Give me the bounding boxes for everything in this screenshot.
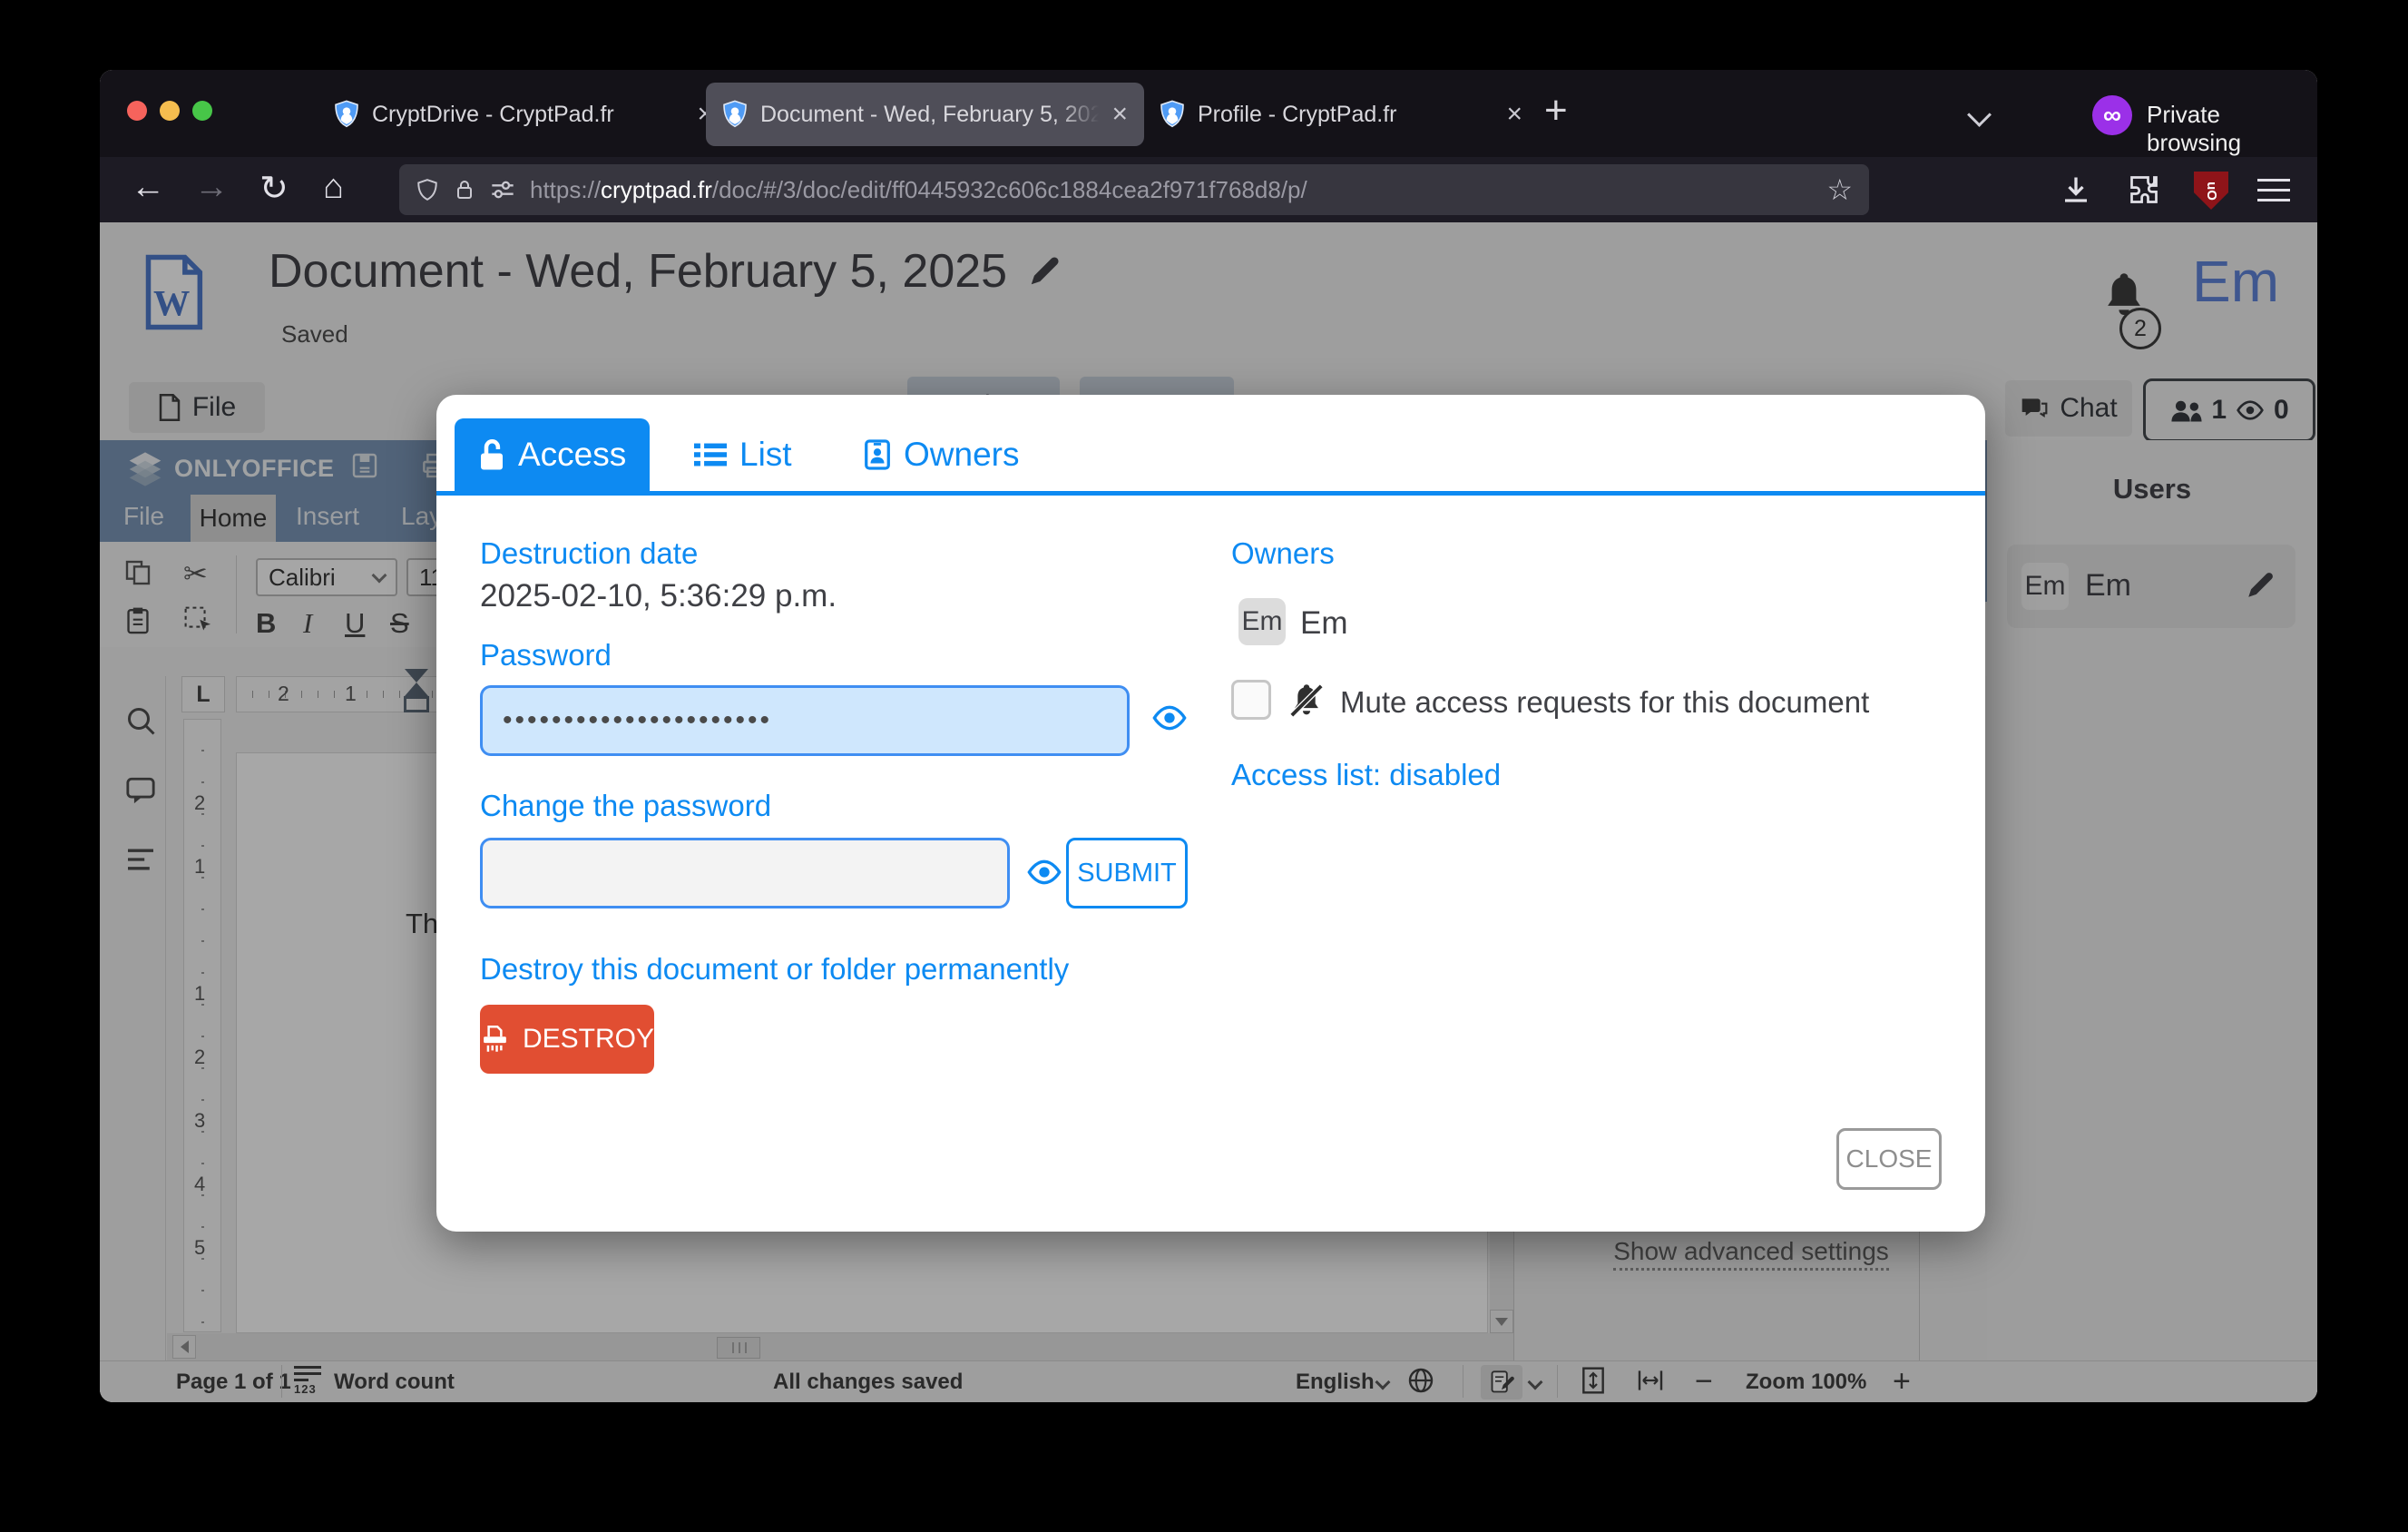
extensions-puzzle-icon[interactable] xyxy=(2128,173,2160,206)
dialog-tab-list[interactable]: List xyxy=(671,418,816,491)
forward-button[interactable]: → xyxy=(194,168,229,207)
show-password-eye-icon[interactable] xyxy=(1151,705,1188,731)
browser-tab-bar: CryptDrive - CryptPad.fr × Document - We… xyxy=(100,70,2317,157)
back-button[interactable]: ← xyxy=(131,168,165,207)
show-new-password-eye-icon[interactable] xyxy=(1026,859,1062,885)
destroy-heading: Destroy this document or folder permanen… xyxy=(480,952,1069,987)
bell-slash-icon xyxy=(1287,682,1326,720)
list-icon xyxy=(694,440,727,469)
browser-nav-bar: ← → ↻ ⌂ https://cryptpad.fr/doc/#/3/doc/… xyxy=(100,157,2317,223)
password-label: Password xyxy=(480,638,612,673)
close-button[interactable]: CLOSE xyxy=(1836,1128,1942,1190)
access-list-link[interactable]: Access list: disabled xyxy=(1231,758,1501,792)
permissions-icon[interactable] xyxy=(490,179,515,201)
tab-title: CryptDrive - CryptPad.fr xyxy=(372,102,684,128)
mute-requests-label: Mute access requests for this document xyxy=(1340,685,1869,720)
tab-close-icon[interactable]: × xyxy=(1111,101,1128,128)
downloads-icon[interactable] xyxy=(2060,173,2092,206)
tab-cryptdrive[interactable]: CryptDrive - CryptPad.fr × xyxy=(318,83,729,146)
dialog-tab-access[interactable]: Access xyxy=(455,418,650,491)
destroy-button[interactable]: DESTROY xyxy=(480,1005,654,1074)
window-minimize-button[interactable] xyxy=(160,101,180,121)
tracking-protection-shield-icon[interactable] xyxy=(416,176,439,203)
cryptpad-favicon xyxy=(1160,100,1185,129)
id-card-icon xyxy=(864,437,891,472)
tab-close-icon[interactable]: × xyxy=(1506,101,1522,128)
bookmark-star-icon[interactable]: ☆ xyxy=(1826,172,1853,207)
window-zoom-button[interactable] xyxy=(192,101,212,121)
tab-document-active[interactable]: Document - Wed, February 5, 2025 × xyxy=(706,83,1144,146)
owner-name: Em xyxy=(1300,605,1348,642)
private-browsing-label: Private browsing xyxy=(2147,101,2317,157)
private-browsing-mask-icon: ∞ xyxy=(2092,95,2132,135)
owners-label: Owners xyxy=(1231,536,1335,571)
access-lock-icon xyxy=(478,438,505,471)
tabs-underline xyxy=(436,491,1985,496)
submit-button[interactable]: SUBMIT xyxy=(1066,838,1188,908)
change-password-label: Change the password xyxy=(480,789,771,823)
tab-title: Profile - CryptPad.fr xyxy=(1198,102,1493,128)
shredder-icon xyxy=(480,1024,510,1055)
tab-title-fade xyxy=(1057,102,1099,128)
new-password-field[interactable] xyxy=(480,838,1010,908)
url-text: https://cryptpad.fr/doc/#/3/doc/edit/ff0… xyxy=(530,176,1307,204)
tab-profile[interactable]: Profile - CryptPad.fr × xyxy=(1143,83,1539,146)
cryptpad-favicon xyxy=(334,100,359,129)
destruction-date-value: 2025-02-10, 5:36:29 p.m. xyxy=(480,578,837,614)
cryptpad-favicon xyxy=(722,100,748,129)
destruction-date-label: Destruction date xyxy=(480,536,698,571)
tab-title: Document - Wed, February 5, 2025 xyxy=(760,102,1099,128)
mute-requests-checkbox[interactable] xyxy=(1231,680,1271,720)
browser-window: CryptDrive - CryptPad.fr × Document - We… xyxy=(100,70,2317,1402)
ublock-origin-icon[interactable]: uO xyxy=(2194,172,2228,210)
url-bar[interactable]: https://cryptpad.fr/doc/#/3/doc/edit/ff0… xyxy=(399,164,1869,215)
tab-list-chevron-icon[interactable] xyxy=(1967,103,1992,127)
window-close-button[interactable] xyxy=(127,101,147,121)
menu-hamburger-icon[interactable] xyxy=(2257,179,2290,201)
https-lock-icon[interactable] xyxy=(454,177,475,202)
dialog-tab-owners[interactable]: Owners xyxy=(840,418,1042,491)
reload-button[interactable]: ↻ xyxy=(259,168,289,209)
access-dialog: Access List Owners Destruction date 2025… xyxy=(436,395,1985,1232)
owner-avatar-badge: Em xyxy=(1238,598,1286,645)
home-button[interactable]: ⌂ xyxy=(323,168,344,207)
password-field[interactable] xyxy=(480,685,1130,756)
new-tab-button[interactable]: + xyxy=(1544,88,1568,133)
